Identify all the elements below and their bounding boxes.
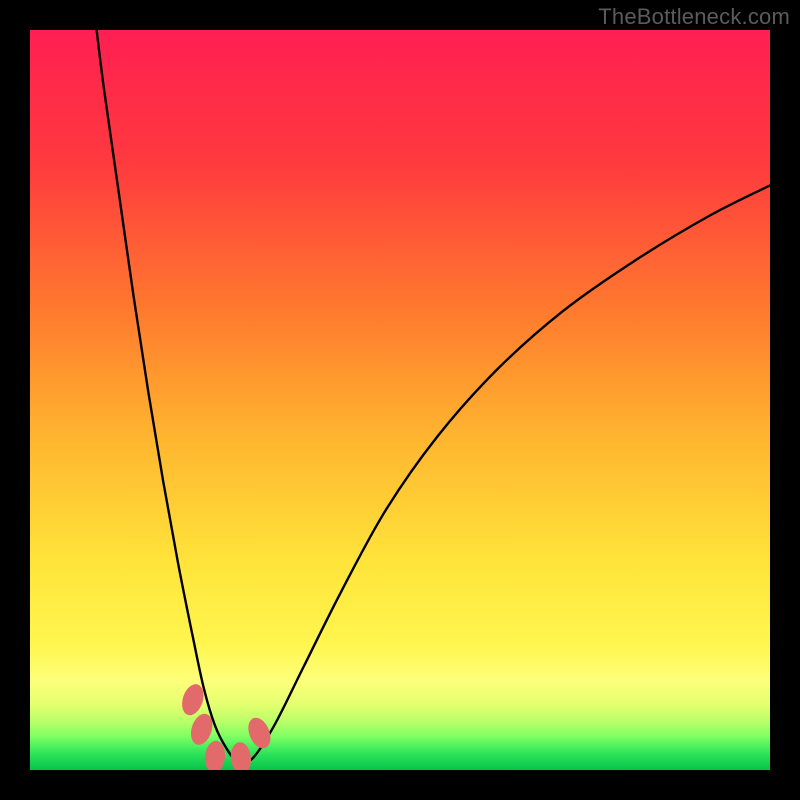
curve-line	[97, 30, 770, 763]
outer-frame: TheBottleneck.com	[0, 0, 800, 800]
watermark-text: TheBottleneck.com	[598, 4, 790, 30]
marker-bottom-right	[229, 741, 252, 770]
chart-svg	[30, 30, 770, 770]
markers-group	[178, 681, 274, 770]
plot-area	[30, 30, 770, 770]
